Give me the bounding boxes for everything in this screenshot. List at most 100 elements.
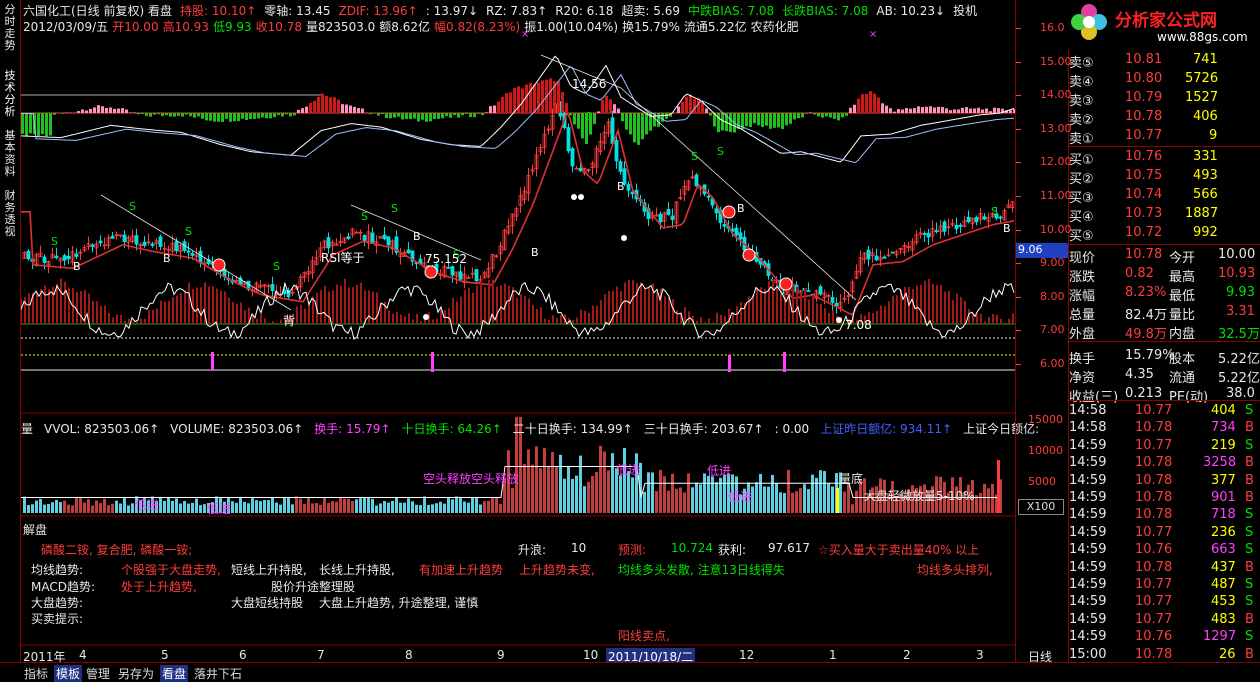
tick-volume: 663 [1211, 542, 1236, 557]
tab-formula[interactable]: 落井下石 [194, 665, 242, 682]
macd-bar [445, 113, 448, 116]
quote-row: 14:5810.78734B [1067, 419, 1260, 438]
tab-watch[interactable]: 看盘 [160, 665, 188, 682]
macd-bar [993, 108, 996, 113]
volume-bar [355, 499, 358, 513]
volume-bar [383, 501, 386, 513]
tab-template[interactable]: 模板 [54, 665, 82, 682]
macd-bar [709, 113, 712, 116]
candle-body [475, 269, 478, 280]
tab-fundamentals[interactable]: 基本资料 [2, 130, 18, 178]
volume-bar [335, 502, 338, 513]
macd-bar [53, 113, 56, 115]
macd-bar [505, 93, 508, 113]
divider [1067, 146, 1260, 147]
ask-price: 10.78 [1125, 109, 1162, 124]
flower-logo-icon [1069, 2, 1109, 42]
volume-bar [51, 502, 54, 513]
candle-body [967, 217, 970, 221]
macd-bar [721, 113, 724, 131]
ma-trend-item: 短线上升持股, [231, 561, 307, 578]
tick-side: S [1245, 438, 1253, 453]
tab-save-as[interactable]: 另存为 [118, 665, 154, 682]
macd-bar [857, 99, 860, 113]
candle-body [819, 287, 822, 294]
tab-manage[interactable]: 管理 [86, 665, 110, 682]
volume-bar [191, 503, 194, 513]
volume-bar [991, 484, 994, 513]
tab-indicator[interactable]: 指标 [24, 665, 48, 682]
quote-row: 总量82.4万量比3.31 [1067, 303, 1260, 322]
tab-technical[interactable]: 技术分析 [2, 70, 18, 118]
macd-bar [549, 78, 552, 113]
macd-bar [213, 113, 216, 122]
market-trend-label: 大盘趋势: [31, 594, 83, 611]
volume-bar [115, 501, 118, 513]
volume-bar [997, 460, 1000, 513]
bid-label: 买⑤ [1069, 225, 1094, 244]
quote-row: 14:5910.78718S [1067, 506, 1260, 525]
price-axis-tick: 6.00 [1040, 357, 1065, 370]
volume-bar [131, 503, 134, 513]
candle-body [123, 235, 126, 242]
volume-bar [403, 503, 406, 513]
volume-unit-button[interactable]: X100 [1018, 499, 1064, 515]
candle-body [615, 140, 618, 160]
tab-financials[interactable]: 财务透视 [2, 190, 18, 238]
candle-body [983, 217, 986, 219]
volume-bar [679, 488, 682, 513]
macd-bar [117, 109, 120, 113]
volume-bar [771, 475, 774, 513]
macd-bar [145, 113, 148, 116]
tick-side: B [1245, 473, 1254, 488]
volume-bar [95, 501, 98, 513]
volume-bar [483, 501, 486, 513]
macd-bar [409, 113, 412, 119]
date-axis-label: 10 [583, 648, 598, 662]
volume-annotation: 低进 [207, 500, 231, 517]
ohlc-value: 2012/03/09/五 [23, 20, 108, 34]
volume-bar [583, 486, 586, 513]
candle-body [835, 303, 838, 305]
volume-bar [531, 465, 534, 513]
macd-bar [677, 106, 680, 113]
quote-row: 14:5810.77404S [1067, 402, 1260, 421]
macd-bar [889, 108, 892, 113]
candle-body [959, 225, 962, 226]
chart-area[interactable]: SBSBSSSSBSBSBSSBSB×× 六国化工(日线 前复权) 看盘持股: … [21, 0, 1015, 662]
tick-price: 10.76 [1135, 629, 1172, 644]
tab-intraday[interactable]: 分时走势 [2, 4, 18, 52]
signal-marker: B [1003, 222, 1011, 235]
quote-row: 14:5910.761297S [1067, 628, 1260, 647]
macd-bar [265, 113, 268, 118]
ask-price: 10.77 [1125, 128, 1162, 143]
ohlc-value: 量823503.0 [306, 20, 375, 34]
candle-body [371, 233, 374, 242]
macd-bar [989, 111, 992, 113]
candle-body [627, 185, 630, 191]
quote-label: 总量 [1069, 304, 1095, 323]
volume-indicator-value: 二十日换手: 134.99↑ [513, 422, 633, 436]
quote-row: 涨跌0.82最高10.93 [1067, 265, 1260, 284]
macd-bar [573, 113, 576, 124]
candle-body [63, 256, 66, 261]
macd-bar [149, 113, 152, 117]
indicator-value: 零轴: 13.45 [264, 4, 330, 18]
macd-bar [421, 113, 424, 120]
volume-bar [575, 476, 578, 513]
quote-row: 卖①10.779 [1067, 127, 1260, 146]
date-axis-label: 3 [976, 648, 984, 662]
volume-indicator-value: 三十日换手: 203.67↑ [644, 422, 764, 436]
date-axis-label: 9 [497, 648, 505, 662]
volume-indicator-value: 量 [21, 422, 33, 436]
indicator-value: 长跌BIAS: 7.08 [782, 4, 868, 18]
quote-value: 32.5万 [1218, 323, 1260, 342]
ask-label: 卖④ [1069, 71, 1094, 90]
macd-bar [753, 113, 756, 123]
tick-side: S [1245, 507, 1253, 522]
ohlc-value: 换15.79% [622, 20, 680, 34]
volume-bar [235, 503, 238, 513]
quote-label: 内盘 [1169, 323, 1195, 342]
macd-bar [645, 113, 648, 134]
tick-volume: 453 [1211, 594, 1236, 609]
